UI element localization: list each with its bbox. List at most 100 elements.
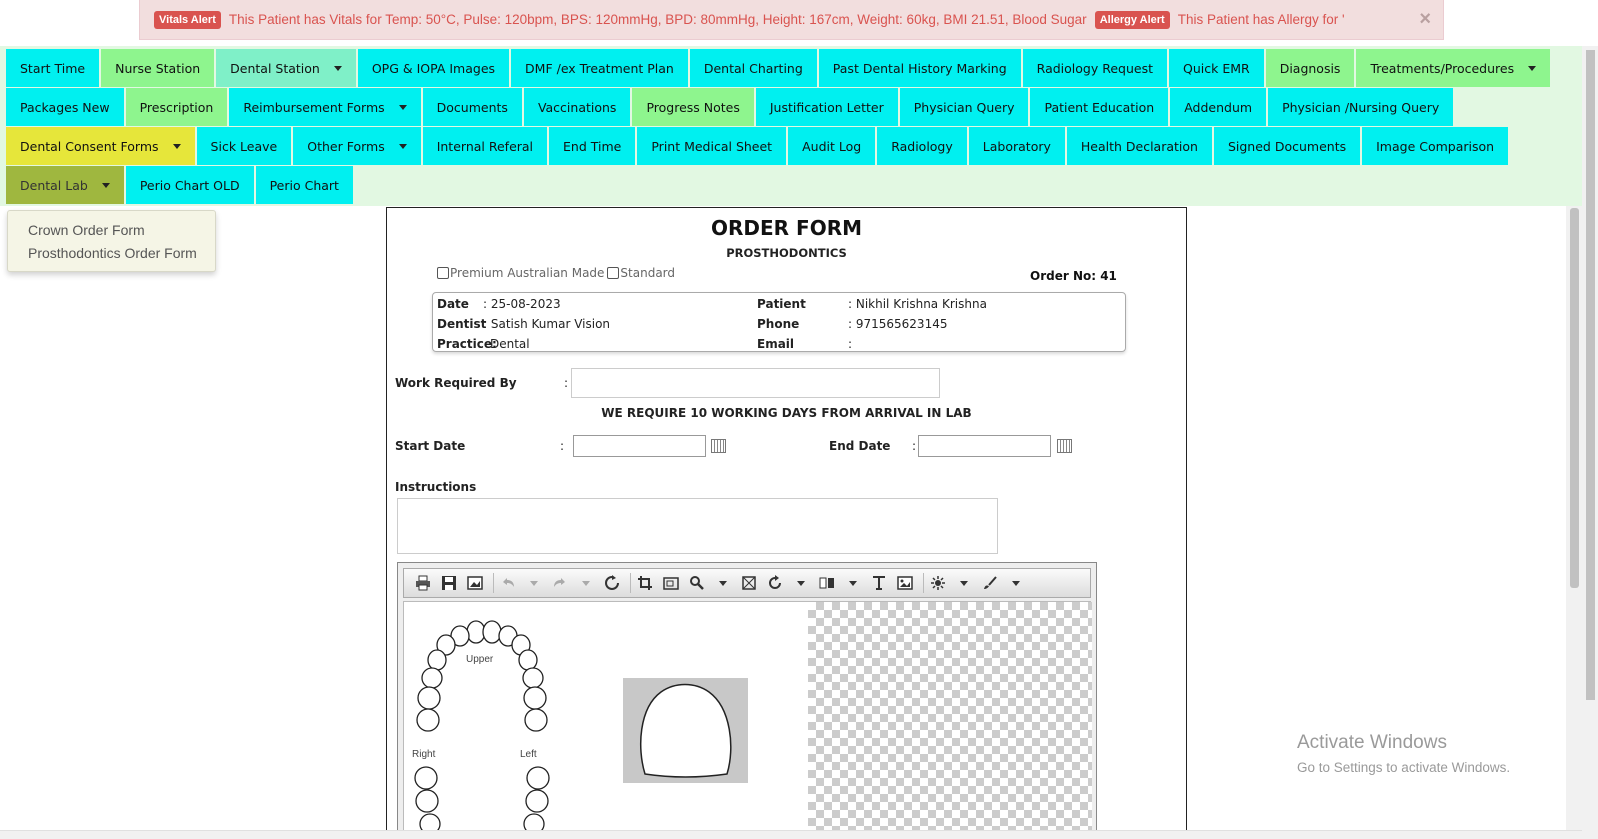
tab-sick-leave[interactable]: Sick Leave xyxy=(196,127,294,165)
work-required-label: Work Required By xyxy=(395,376,517,390)
resize-icon[interactable] xyxy=(660,572,682,594)
tab-dental-charting[interactable]: Dental Charting xyxy=(689,49,819,87)
chevron-down-icon xyxy=(1528,65,1537,71)
undo-icon[interactable] xyxy=(497,572,519,594)
tab-physician-nursing-query[interactable]: Physician /Nursing Query xyxy=(1268,88,1456,126)
tab-vaccinations[interactable]: Vaccinations xyxy=(523,88,633,126)
tab-signed-documents[interactable]: Signed Documents xyxy=(1213,127,1363,165)
watermark-title: Activate Windows xyxy=(1297,732,1447,753)
work-required-input[interactable] xyxy=(571,368,940,398)
crown-outline-image xyxy=(623,678,748,783)
chevron-down-icon[interactable] xyxy=(1005,572,1027,594)
draw-icon[interactable] xyxy=(979,572,1001,594)
save-as-icon[interactable] xyxy=(464,572,486,594)
calendar-icon[interactable] xyxy=(711,439,726,453)
image-icon[interactable] xyxy=(894,572,916,594)
standard-checkbox[interactable] xyxy=(607,267,620,279)
tab-label: Signed Documents xyxy=(1227,138,1347,154)
flip-icon[interactable] xyxy=(738,572,760,594)
tab-laboratory[interactable]: Laboratory xyxy=(968,127,1067,165)
tab-dental-lab[interactable]: Dental Lab xyxy=(6,166,126,204)
tab-audit-log[interactable]: Audit Log xyxy=(788,127,878,165)
tab-other-forms[interactable]: Other Forms xyxy=(293,127,423,165)
end-date-input[interactable] xyxy=(918,435,1051,457)
tab-perio-chart[interactable]: Perio Chart xyxy=(255,166,355,204)
tab-prescription[interactable]: Prescription xyxy=(125,88,230,126)
chevron-down-icon xyxy=(398,104,407,110)
tab-dental-consent-forms[interactable]: Dental Consent Forms xyxy=(6,127,197,165)
tab-justification-letter[interactable]: Justification Letter xyxy=(755,88,900,126)
tab-documents[interactable]: Documents xyxy=(422,88,524,126)
activate-windows-watermark: Activate Windows Go to Settings to activ… xyxy=(1297,732,1510,775)
tab-nurse-station[interactable]: Nurse Station xyxy=(101,49,217,87)
nav-row-1: Start Time Nurse Station Dental Station OPG… xyxy=(6,49,1553,87)
content-scrollbar-thumb[interactable] xyxy=(1570,208,1579,588)
tab-physician-query[interactable]: Physician Query xyxy=(899,88,1031,126)
tab-start-time[interactable]: Start Time xyxy=(6,49,102,87)
instructions-textarea[interactable] xyxy=(397,498,998,554)
tab-print-medical-sheet[interactable]: Print Medical Sheet xyxy=(637,127,789,165)
tab-end-time[interactable]: End Time xyxy=(549,127,638,165)
tab-opg-iopa-images[interactable]: OPG & IOPA Images xyxy=(357,49,512,87)
redo-icon[interactable] xyxy=(549,572,571,594)
chevron-down-icon xyxy=(333,65,342,71)
premium-checkbox[interactable] xyxy=(437,267,449,279)
calendar-icon[interactable] xyxy=(1057,439,1072,453)
tab-dental-station[interactable]: Dental Station xyxy=(216,49,358,87)
horizontal-scrollbar[interactable] xyxy=(0,830,1582,839)
chevron-down-icon[interactable] xyxy=(953,572,975,594)
print-icon[interactable] xyxy=(412,572,434,594)
tab-label: Past Dental History Marking xyxy=(832,60,1007,76)
tab-progress-notes[interactable]: Progress Notes xyxy=(632,88,756,126)
tab-patient-education[interactable]: Patient Education xyxy=(1030,88,1171,126)
allergy-alert-text: This Patient has Allergy for ' xyxy=(1177,12,1345,27)
tab-diagnosis[interactable]: Diagnosis xyxy=(1265,49,1357,87)
tab-past-dental-history-marking[interactable]: Past Dental History Marking xyxy=(818,49,1023,87)
dentist-label: Dentist xyxy=(437,317,487,331)
tab-reimbursement-forms[interactable]: Reimbursement Forms xyxy=(229,88,423,126)
tab-internal-referal[interactable]: Internal Referal xyxy=(422,127,550,165)
chevron-down-icon[interactable] xyxy=(790,572,812,594)
tab-quick-emr[interactable]: Quick EMR xyxy=(1169,49,1266,87)
tab-radiology[interactable]: Radiology xyxy=(877,127,969,165)
page-scrollbar-thumb[interactable] xyxy=(1586,50,1595,700)
tab-radiology-request[interactable]: Radiology Request xyxy=(1022,49,1169,87)
chevron-down-icon xyxy=(398,143,407,149)
chevron-down-icon[interactable] xyxy=(575,572,597,594)
reset-icon[interactable] xyxy=(601,572,623,594)
tab-health-declaration[interactable]: Health Declaration xyxy=(1066,127,1214,165)
rotate-icon[interactable] xyxy=(764,572,786,594)
tab-label: OPG & IOPA Images xyxy=(371,60,496,76)
chevron-down-icon[interactable] xyxy=(523,572,545,594)
tab-label: End Time xyxy=(563,138,622,154)
tab-treatments-procedures[interactable]: Treatments/Procedures xyxy=(1356,49,1553,87)
tab-packages-new[interactable]: Packages New xyxy=(6,88,126,126)
page-scrollbar[interactable] xyxy=(1582,46,1598,839)
tab-label: Image Comparison xyxy=(1376,138,1495,154)
tab-label: Quick EMR xyxy=(1183,60,1250,76)
tab-image-comparison[interactable]: Image Comparison xyxy=(1362,127,1511,165)
patient-label: Patient xyxy=(757,297,806,311)
compare-icon[interactable] xyxy=(816,572,838,594)
image-editor-canvas[interactable]: Upper Right Left xyxy=(403,601,1092,838)
menu-item-crown-order-form[interactable]: Crown Order Form xyxy=(8,219,215,242)
zoom-icon[interactable] xyxy=(686,572,708,594)
text-icon[interactable] xyxy=(868,572,890,594)
tab-label: Packages New xyxy=(20,99,110,115)
start-date-input[interactable] xyxy=(573,435,706,457)
menu-item-prosthodontics-order-form[interactable]: Prosthodontics Order Form xyxy=(8,242,215,265)
save-icon[interactable] xyxy=(438,572,460,594)
tab-addendum[interactable]: Addendum xyxy=(1170,88,1269,126)
chevron-down-icon[interactable] xyxy=(712,572,734,594)
content-scrollbar[interactable] xyxy=(1566,206,1582,830)
email-value: : xyxy=(848,337,853,351)
crop-icon[interactable] xyxy=(634,572,656,594)
date-label: Date xyxy=(437,297,469,311)
filter-icon[interactable] xyxy=(927,572,949,594)
chevron-down-icon[interactable] xyxy=(842,572,864,594)
tab-label: Health Declaration xyxy=(1080,138,1198,154)
tab-dmf-ex-treatment-plan[interactable]: DMF /ex Treatment Plan xyxy=(511,49,690,87)
image-editor-toolbar xyxy=(403,568,1091,598)
tab-perio-chart-old[interactable]: Perio Chart OLD xyxy=(125,166,256,204)
close-icon[interactable]: × xyxy=(1419,8,1431,31)
